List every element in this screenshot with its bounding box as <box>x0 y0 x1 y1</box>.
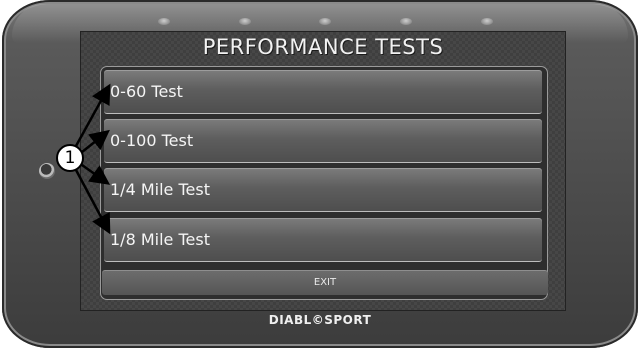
menu-frame: 0-60 Test 0-100 Test 1/4 Mile Test 1/8 M… <box>100 66 548 300</box>
menu-item-0-60-test[interactable]: 0-60 Test <box>104 70 542 114</box>
callout-number: 1 <box>64 148 76 168</box>
indicator-led-1 <box>158 18 170 25</box>
menu-item-quarter-mile-test[interactable]: 1/4 Mile Test <box>104 168 542 212</box>
home-button[interactable] <box>39 163 55 179</box>
menu-item-eighth-mile-test[interactable]: 1/8 Mile Test <box>104 218 542 262</box>
menu-item-0-100-test[interactable]: 0-100 Test <box>104 119 542 163</box>
indicator-led-3 <box>319 18 331 25</box>
indicator-led-2 <box>239 18 251 25</box>
display-screen: PERFORMANCE TESTS 0-60 Test 0-100 Test 1… <box>80 31 566 311</box>
brand-logo: DIABL©SPORT <box>268 313 372 327</box>
screen-title: PERFORMANCE TESTS <box>202 35 444 59</box>
indicator-led-4 <box>400 18 412 25</box>
exit-button[interactable]: EXIT <box>102 270 548 295</box>
device-body: PERFORMANCE TESTS 0-60 Test 0-100 Test 1… <box>2 0 638 348</box>
indicator-led-5 <box>481 18 493 25</box>
